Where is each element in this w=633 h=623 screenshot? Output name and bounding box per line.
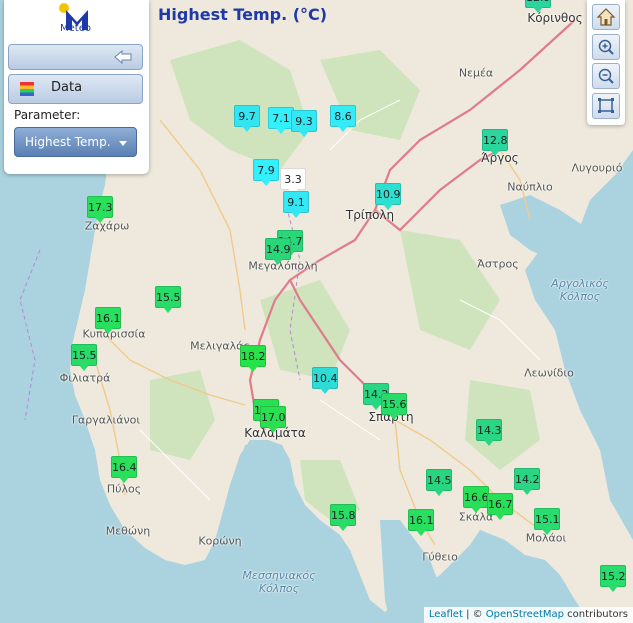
place-label: Μεσσηνιακός Κόλπος (242, 569, 316, 595)
place-label: Νεμέα (458, 66, 494, 80)
temperature-marker[interactable]: 17.3 (87, 196, 113, 223)
temperature-marker[interactable]: 14.3 (476, 419, 502, 446)
temperature-marker[interactable]: 8.6 (330, 105, 356, 132)
temperature-marker[interactable]: 3.3 (280, 168, 306, 195)
place-label: Γαργαλιάνοι (71, 413, 141, 427)
temperature-marker[interactable]: 16.4 (111, 456, 137, 483)
temperature-marker[interactable]: 9.1 (283, 191, 309, 218)
chevron-down-icon (119, 141, 127, 146)
temperature-marker[interactable]: 12.8 (482, 129, 508, 156)
place-label: Λυγουριό (571, 161, 623, 175)
temperature-marker[interactable]: 12.9 (525, 0, 551, 13)
temperature-marker[interactable]: 15.2 (600, 565, 626, 592)
temperature-marker[interactable]: 14.5 (426, 469, 452, 496)
place-label: Ζαχάρω (84, 219, 130, 233)
temperature-marker[interactable]: 17.0 (260, 406, 286, 433)
temperature-marker[interactable]: 15.5 (71, 344, 97, 371)
place-label: Μεθώνη (105, 524, 151, 538)
arrow-left-icon (114, 50, 132, 64)
parameter-select-value: Highest Temp. (25, 135, 111, 149)
place-label: Ναύπλιο (507, 180, 553, 194)
place-label: Μεγαλόπολη (248, 259, 318, 273)
home-icon (596, 8, 616, 26)
palette-icon (20, 82, 34, 96)
temperature-marker[interactable]: 16.7 (487, 493, 513, 520)
place-label: Γύθειο (422, 550, 458, 564)
place-label: Κόρινθος (527, 11, 583, 25)
place-label: Άστρος (477, 257, 519, 271)
parameter-select[interactable]: Highest Temp. (14, 127, 137, 157)
place-label: Τρίπολη (345, 208, 395, 222)
place-label: Πύλος (106, 482, 142, 496)
zoom-in-icon (598, 39, 614, 55)
map-title: Highest Temp. (°C) (158, 5, 328, 24)
place-label: Λεωνίδιο (524, 366, 574, 380)
temperature-marker[interactable]: 15.1 (534, 508, 560, 535)
osm-link[interactable]: OpenStreetMap (486, 609, 564, 620)
temperature-marker[interactable]: 9.3 (291, 110, 317, 137)
parameter-label: Parameter: (14, 108, 81, 122)
zoom-out-button[interactable] (592, 63, 620, 89)
temperature-marker[interactable]: 15.5 (155, 286, 181, 313)
home-button[interactable] (592, 4, 620, 30)
place-label: Αργολικός Κόλπος (551, 277, 609, 303)
temperature-marker[interactable]: 18.2 (240, 345, 266, 372)
temperature-marker[interactable]: 14.9 (265, 238, 291, 265)
leaflet-link[interactable]: Leaflet (429, 609, 463, 620)
temperature-marker[interactable]: 14.2 (514, 468, 540, 495)
zoom-out-icon (598, 68, 614, 84)
map-controls (587, 0, 625, 125)
data-button[interactable]: Data (8, 74, 143, 104)
attribution-sep: | © (462, 609, 486, 620)
temperature-marker[interactable]: 16.6 (463, 486, 489, 513)
control-panel: Meteo Data Parameter: Highest Temp. (4, 0, 149, 174)
logo-text: Meteo (60, 23, 91, 34)
temperature-marker[interactable]: 7.9 (253, 159, 279, 186)
attribution-contrib: contributors (564, 609, 628, 620)
temperature-marker[interactable]: 15.8 (330, 504, 356, 531)
collapse-panel-button[interactable] (8, 44, 143, 70)
temperature-marker[interactable]: 15.6 (381, 393, 407, 420)
data-button-label: Data (51, 80, 83, 95)
temperature-marker[interactable]: 9.7 (234, 105, 260, 132)
attribution: Leaflet | © OpenStreetMap contributors (423, 607, 633, 623)
fullscreen-icon (598, 98, 614, 113)
place-label: Άργος (481, 151, 519, 165)
place-label: Κορώνη (198, 534, 242, 548)
temperature-marker[interactable]: 10.4 (312, 367, 338, 394)
place-label: Φιλιατρά (59, 371, 111, 385)
temperature-marker[interactable]: 16.1 (95, 307, 121, 334)
fullscreen-button[interactable] (592, 93, 620, 119)
zoom-in-button[interactable] (592, 34, 620, 60)
temperature-marker[interactable]: 16.1 (408, 509, 434, 536)
temperature-marker[interactable]: 10.9 (375, 183, 401, 210)
